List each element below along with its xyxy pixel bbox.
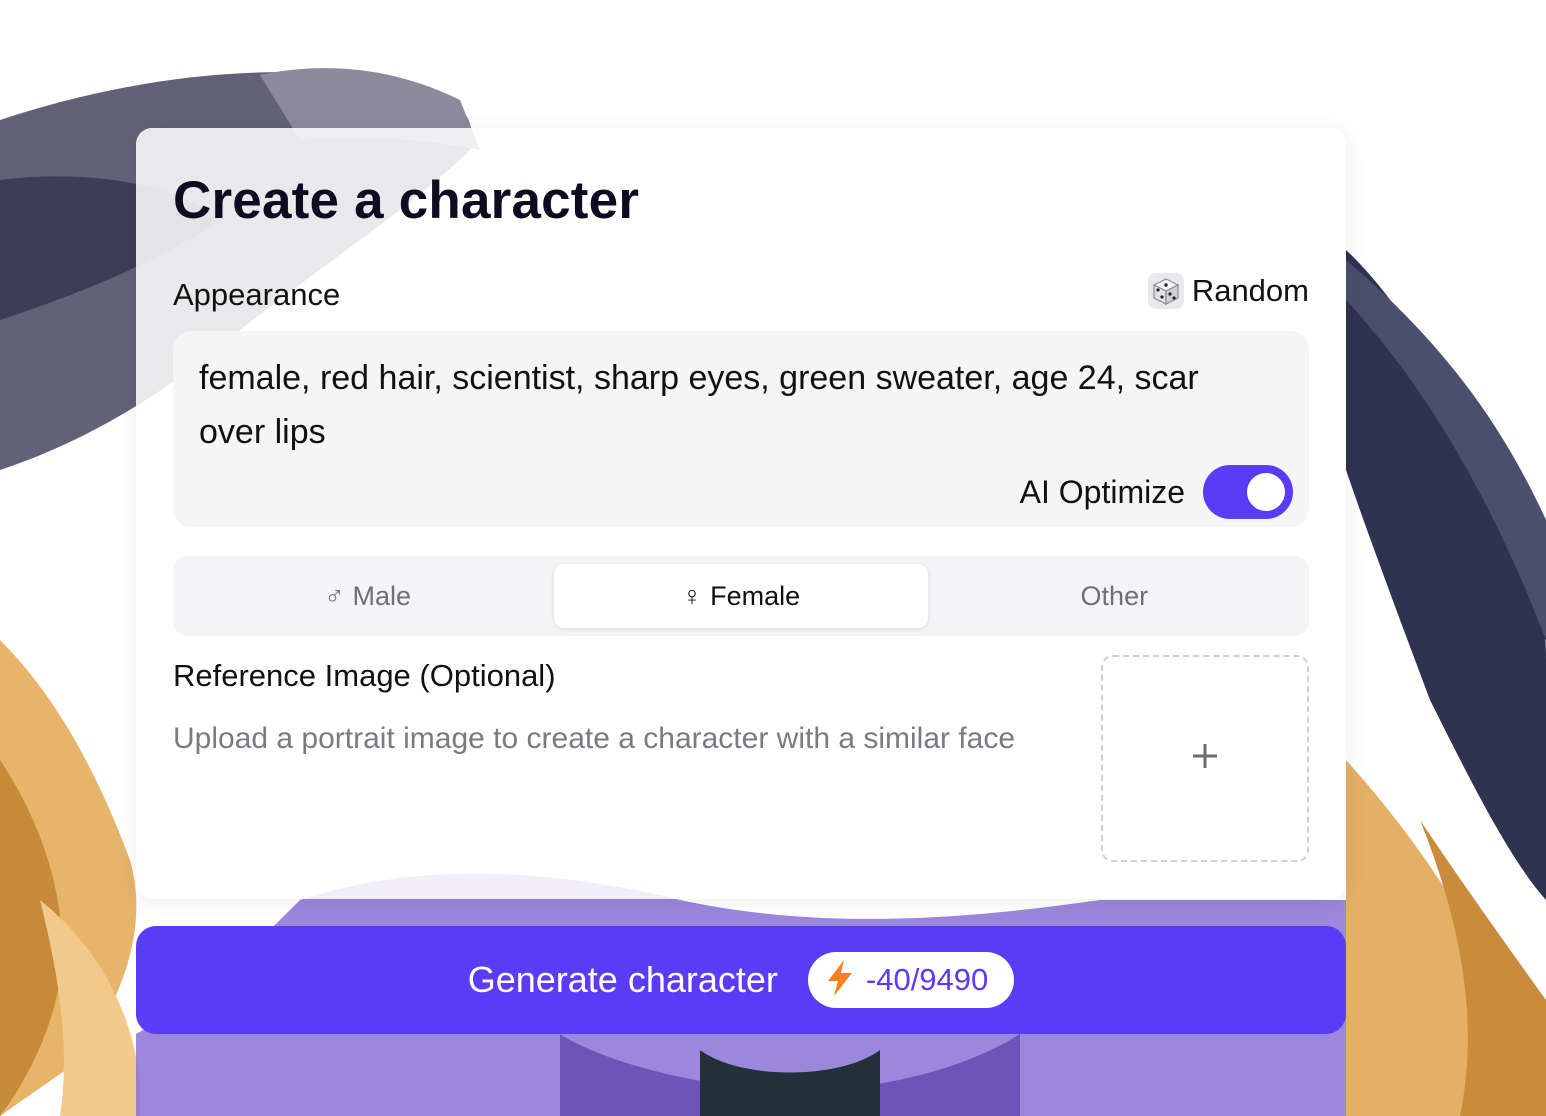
- plus-icon: [1191, 742, 1219, 775]
- gender-tab-female[interactable]: ♀ Female: [554, 564, 928, 628]
- dice-icon: [1147, 273, 1184, 309]
- gender-tab-label: Female: [710, 580, 801, 611]
- reference-image-description: Upload a portrait image to create a char…: [173, 722, 1016, 755]
- lightning-icon: [822, 958, 858, 1003]
- appearance-prompt-text[interactable]: female, red hair, scientist, sharp eyes,…: [199, 351, 1269, 459]
- generate-character-button[interactable]: Generate character -40/9490: [136, 926, 1346, 1034]
- male-symbol-icon: ♂: [324, 580, 345, 611]
- gender-tab-other[interactable]: Other: [928, 564, 1301, 628]
- appearance-textarea[interactable]: female, red hair, scientist, sharp eyes,…: [173, 331, 1309, 527]
- page-title: Create a character: [173, 171, 640, 230]
- gender-tab-male[interactable]: ♂ Male: [181, 564, 554, 628]
- gender-tab-label: Other: [1080, 580, 1149, 611]
- reference-image-title: Reference Image (Optional): [173, 658, 556, 693]
- ai-optimize-row: AI Optimize: [1020, 465, 1293, 519]
- credit-cost-badge: -40/9490: [807, 952, 1015, 1008]
- credit-count: -40/9490: [865, 962, 989, 997]
- gender-selector: ♂ Male ♀ Female Other: [173, 556, 1309, 636]
- generate-label: Generate character: [467, 959, 778, 1000]
- ai-optimize-label: AI Optimize: [1019, 473, 1185, 510]
- ai-optimize-toggle[interactable]: [1203, 465, 1293, 519]
- random-label: Random: [1191, 273, 1309, 308]
- upload-image-button[interactable]: [1101, 655, 1309, 862]
- female-symbol-icon: ♀: [681, 580, 703, 611]
- create-character-card: Create a character Appearance Random fem…: [136, 128, 1346, 899]
- toggle-knob: [1247, 473, 1285, 511]
- gender-tab-label: Male: [352, 580, 412, 611]
- random-button[interactable]: Random: [1147, 273, 1309, 309]
- appearance-label: Appearance: [173, 277, 341, 312]
